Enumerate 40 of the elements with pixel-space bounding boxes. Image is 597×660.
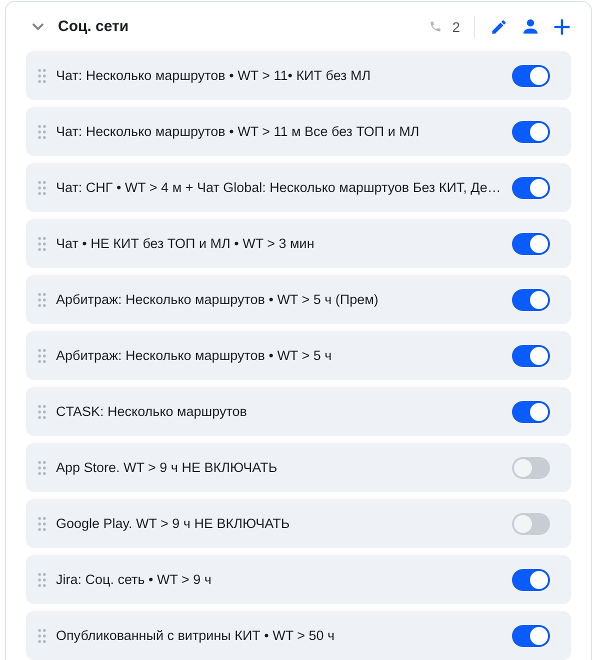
add-icon[interactable] [553, 18, 571, 36]
toggle-switch[interactable] [512, 456, 550, 478]
drag-handle-icon[interactable] [38, 460, 46, 474]
toggle-switch[interactable] [512, 232, 550, 254]
toggle-switch[interactable] [512, 344, 550, 366]
toggle-switch[interactable] [512, 568, 550, 590]
toggle-switch[interactable] [512, 64, 550, 86]
row-label: App Store. WT > 9 ч НЕ ВКЛЮЧАТЬ [56, 460, 278, 475]
toggle-switch[interactable] [512, 120, 550, 142]
toggle-switch[interactable] [512, 288, 550, 310]
row-label: Jira: Соц. сеть • WT > 9 ч [56, 572, 212, 587]
row-label: Арбитраж: Несколько маршрутов • WT > 5 ч [56, 348, 333, 363]
drag-handle-icon[interactable] [38, 124, 46, 138]
row-label: Чат: Несколько маршрутов • WT > 11 м Все без ТОП и МЛ [56, 124, 420, 139]
drag-handle-icon[interactable] [38, 180, 46, 194]
drag-handle-icon[interactable] [38, 516, 46, 530]
drag-handle-icon[interactable] [38, 348, 46, 362]
row-label: CTASK: Несколько маршрутов [56, 404, 248, 419]
row-label: Чат: СНГ • WT > 4 м + Чат Global: Несколько маршртуов Без КИТ, Де… [56, 180, 502, 195]
drag-handle-icon[interactable] [38, 236, 46, 250]
row-label: Опубликованный с витрины КИТ • WT > 50 ч [56, 628, 336, 643]
user-icon[interactable] [521, 17, 540, 36]
group-title: Соц. сети [58, 18, 130, 35]
row-label: Арбитраж: Несколько маршрутов • WT > 5 ч (Прем) [56, 292, 380, 307]
drag-handle-icon[interactable] [38, 572, 46, 586]
drag-handle-icon[interactable] [38, 292, 46, 306]
drag-handle-icon[interactable] [38, 628, 46, 642]
drag-handle-icon[interactable] [38, 68, 46, 82]
row-label: Google Play. WT > 9 ч НЕ ВКЛЮЧАТЬ [56, 516, 291, 531]
chevron-icon[interactable] [32, 20, 44, 32]
phone-icon [429, 20, 442, 33]
row-label: Чат: Несколько маршрутов • WT > 11• КИТ без МЛ [56, 68, 372, 83]
row-label: Чат • НЕ КИТ без ТОП и МЛ • WT > 3 мин [56, 236, 316, 251]
toggle-switch[interactable] [512, 400, 550, 422]
phone-count: 2 [452, 18, 460, 34]
edit-icon[interactable] [490, 18, 508, 36]
toggle-switch[interactable] [512, 624, 550, 646]
toggle-switch[interactable] [512, 512, 550, 534]
toggle-switch[interactable] [512, 176, 550, 198]
drag-handle-icon[interactable] [38, 404, 46, 418]
